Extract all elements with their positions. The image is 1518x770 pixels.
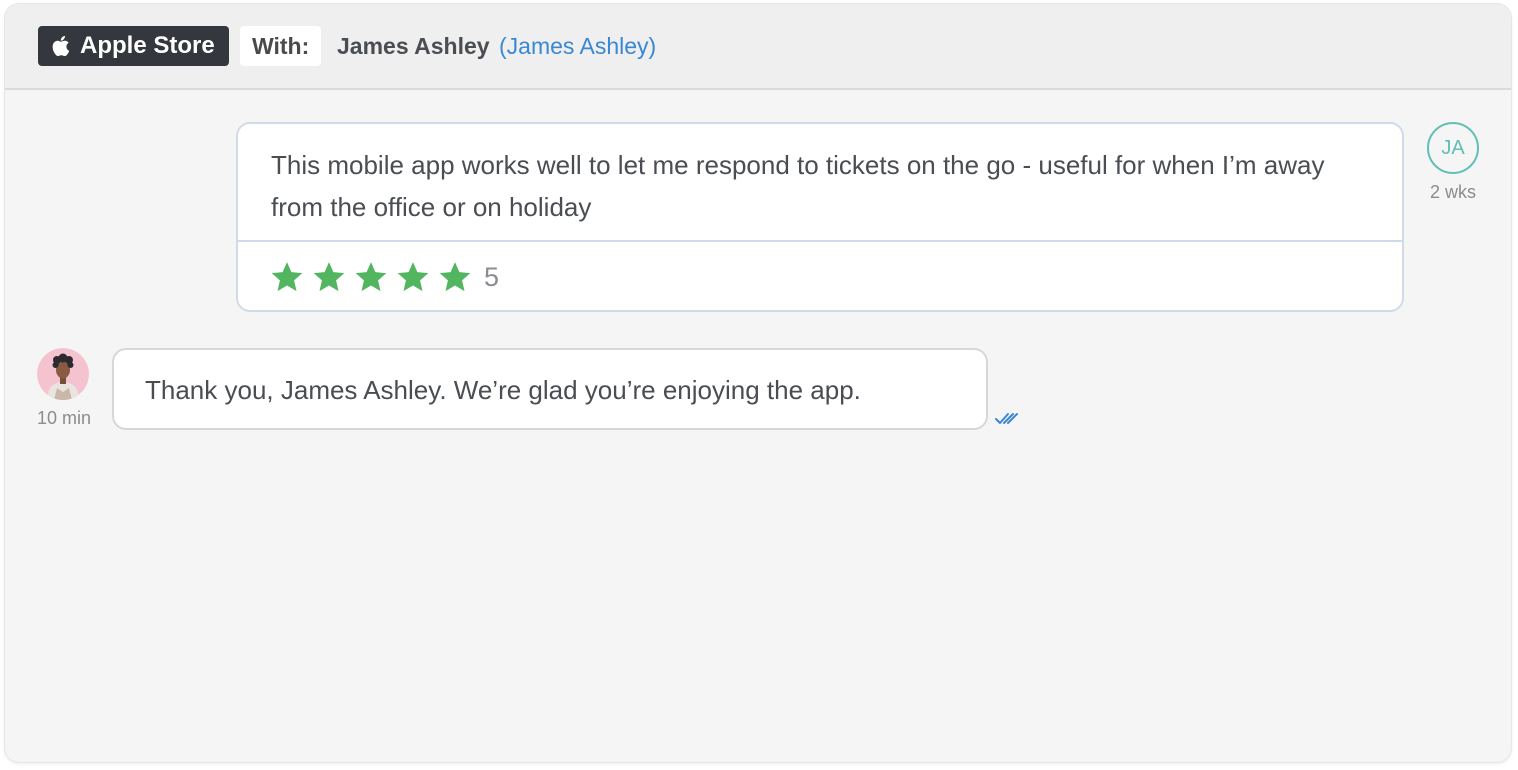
- conversation-header: Apple Store With: James Ashley (James As…: [5, 4, 1511, 90]
- message-divider: [238, 240, 1402, 242]
- agent-reply-message: Thank you, James Ashley. We’re glad you’…: [112, 348, 988, 430]
- customer-avatar: JA: [1427, 122, 1479, 174]
- conversation-panel: Apple Store With: James Ashley (James As…: [5, 4, 1511, 762]
- contact-name: James Ashley: [337, 33, 490, 59]
- apple-icon: [52, 35, 70, 57]
- channel-label: Apple Store: [80, 32, 215, 59]
- rating-value: 5: [484, 261, 500, 292]
- with-label: With:: [240, 26, 322, 66]
- channel-badge: Apple Store: [38, 26, 229, 66]
- contact-link[interactable]: (James Ashley): [499, 33, 656, 60]
- agent-photo: [37, 348, 89, 400]
- reply-timestamp: 10 min: [36, 408, 92, 428]
- reply-message-text: Thank you, James Ashley. We’re glad you’…: [145, 375, 861, 405]
- star-icon: [355, 262, 387, 292]
- agent-avatar: [37, 348, 89, 400]
- incoming-message-text: This mobile app works well to let me res…: [271, 150, 1325, 222]
- incoming-review-message: This mobile app works well to let me res…: [236, 122, 1404, 312]
- star-icon: [271, 262, 303, 292]
- star-icon: [313, 262, 345, 292]
- star-rating: 5: [270, 260, 499, 294]
- star-icon: [439, 262, 471, 292]
- incoming-timestamp: 2 wks: [1429, 182, 1476, 202]
- double-check-icon: [995, 413, 1018, 424]
- star-icon: [397, 262, 429, 292]
